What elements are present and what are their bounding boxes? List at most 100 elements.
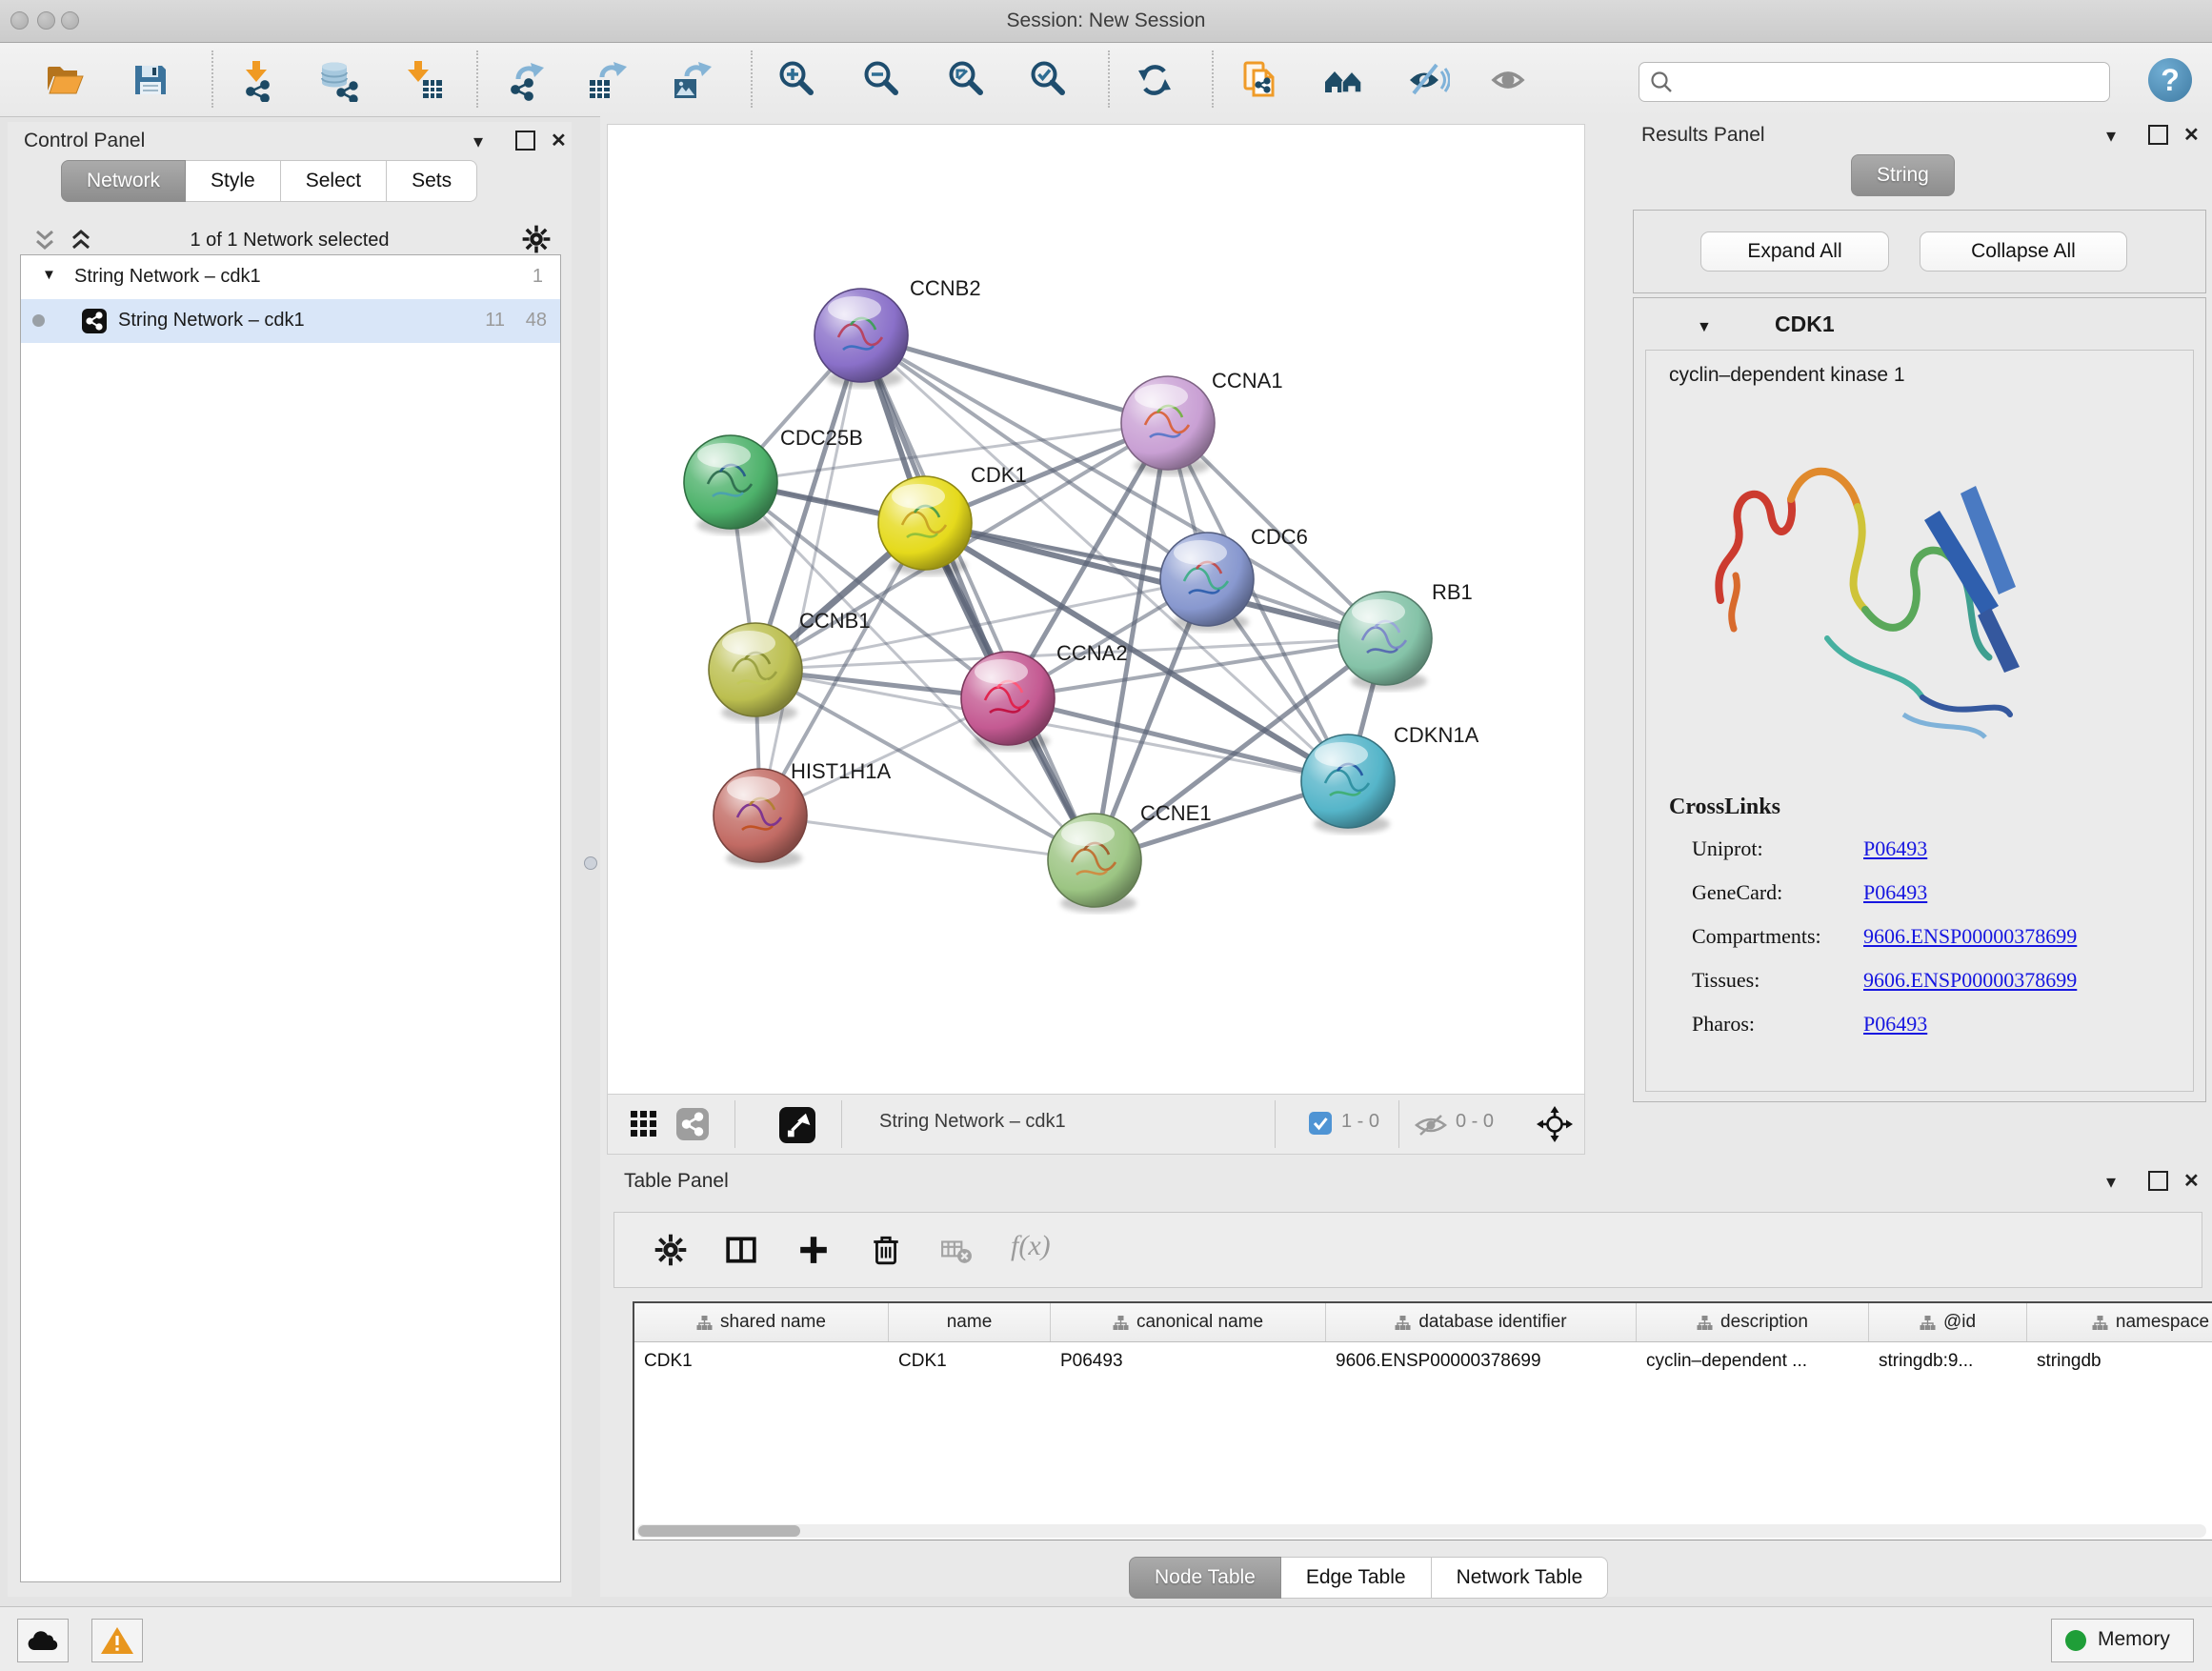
crosslink-link[interactable]: P06493 xyxy=(1863,880,1927,905)
memory-label: Memory xyxy=(2098,1628,2170,1651)
graph-edge-CCNB2-CCNE1[interactable] xyxy=(861,335,1095,860)
tab-edge-table[interactable]: Edge Table xyxy=(1281,1557,1432,1599)
control-panel-float-icon[interactable] xyxy=(515,131,535,151)
window-title: Session: New Session xyxy=(0,10,2212,32)
protein-section-expander-icon[interactable]: ▼ xyxy=(1697,319,1712,336)
network-thumbnail-icon[interactable] xyxy=(676,1108,709,1140)
tab-node-table[interactable]: Node Table xyxy=(1129,1557,1281,1599)
table-row[interactable]: CDK1CDK1P064939606.ENSP00000378699cyclin… xyxy=(634,1342,2212,1382)
graph-node-HIST1H1A[interactable]: HIST1H1A xyxy=(714,759,891,868)
column-header-description[interactable]: description xyxy=(1637,1303,1869,1341)
crosslink-link[interactable]: P06493 xyxy=(1863,1012,1927,1037)
import-table-icon[interactable] xyxy=(401,58,445,102)
table-panel-title: Table Panel xyxy=(624,1170,729,1193)
grid-view-icon[interactable] xyxy=(629,1109,659,1139)
warnings-button[interactable] xyxy=(91,1619,143,1662)
export-table-icon[interactable] xyxy=(585,58,629,102)
left-splitter-handle[interactable] xyxy=(584,856,597,870)
results-panel-close-icon[interactable]: ✕ xyxy=(2183,123,2200,147)
zoom-selected-icon[interactable] xyxy=(1027,58,1071,102)
crosslink-row: Tissues:9606.ENSP00000378699 xyxy=(1646,958,2193,1002)
control-panel-close-icon[interactable]: ✕ xyxy=(551,129,567,152)
fit-content-crosshair-icon[interactable] xyxy=(1537,1106,1573,1142)
memory-button[interactable]: Memory xyxy=(2051,1619,2194,1662)
node-table[interactable]: shared namenamecanonical namedatabase id… xyxy=(633,1301,2212,1540)
column-header-canonical-name[interactable]: canonical name xyxy=(1051,1303,1326,1341)
column-header-namespace[interactable]: namespace xyxy=(2027,1303,2212,1341)
results-panel-float-icon[interactable] xyxy=(2148,125,2168,145)
crosslink-link[interactable]: P06493 xyxy=(1863,836,1927,861)
table-cell[interactable]: stringdb:9... xyxy=(1869,1342,2027,1382)
save-session-icon[interactable] xyxy=(129,58,172,102)
results-panel-menu-icon[interactable]: ▾ xyxy=(2106,124,2116,148)
column-header-@id[interactable]: @id xyxy=(1869,1303,2027,1341)
network-node-count: 11 xyxy=(485,310,505,332)
table-cell[interactable]: stringdb xyxy=(2027,1342,2212,1382)
export-network-icon[interactable] xyxy=(503,58,547,102)
network-panel-gear-icon[interactable] xyxy=(522,225,551,253)
collection-expander-icon[interactable]: ▼ xyxy=(42,267,56,283)
tab-network[interactable]: Network xyxy=(61,160,186,202)
column-header-name[interactable]: name xyxy=(889,1303,1051,1341)
table-panel-float-icon[interactable] xyxy=(2148,1171,2168,1191)
graph-node-CCNB2[interactable]: CCNB2 xyxy=(814,276,981,388)
table-cell[interactable]: P06493 xyxy=(1051,1342,1326,1382)
table-cell[interactable]: 9606.ENSP00000378699 xyxy=(1326,1342,1637,1382)
control-panel-menu-icon[interactable]: ▾ xyxy=(473,130,483,153)
graph-node-label: HIST1H1A xyxy=(791,759,891,783)
network-row-selected[interactable]: String Network – cdk1 11 48 xyxy=(21,299,560,343)
crosslink-link[interactable]: 9606.ENSP00000378699 xyxy=(1863,968,2077,993)
table-horizontal-scrollbar[interactable] xyxy=(636,1524,2206,1538)
export-image-icon[interactable] xyxy=(670,58,714,102)
zoom-out-icon[interactable] xyxy=(860,58,904,102)
toolbar-separator xyxy=(1398,1100,1399,1148)
tab-select[interactable]: Select xyxy=(281,160,387,202)
graph-node-RB1[interactable]: RB1 xyxy=(1338,580,1473,691)
tab-style[interactable]: Style xyxy=(186,160,281,202)
graph-edge-HIST1H1A-CCNE1[interactable] xyxy=(760,815,1095,860)
crosslink-row: Uniprot:P06493 xyxy=(1646,827,2193,871)
help-button[interactable]: ? xyxy=(2148,58,2192,102)
table-gear-icon[interactable] xyxy=(654,1234,687,1266)
expand-all-button[interactable]: Expand All xyxy=(1700,232,1889,272)
hide-selected-eye-icon[interactable] xyxy=(1406,58,1450,102)
table-panel: Table Panel ▾ ✕ xyxy=(600,1157,2212,1597)
network-canvas[interactable]: CCNB2CCNA1CDC25BCDK1CDC6RB1CCNB1CCNA2CDK… xyxy=(607,124,1585,1096)
network-edge-count: 48 xyxy=(526,310,547,332)
collapse-all-button[interactable]: Collapse All xyxy=(1920,232,2127,272)
search-input[interactable] xyxy=(1681,67,2095,97)
table-panel-menu-icon[interactable]: ▾ xyxy=(2106,1170,2116,1194)
graph-node-CDKN1A[interactable]: CDKN1A xyxy=(1301,723,1479,834)
table-cell[interactable]: CDK1 xyxy=(889,1342,1051,1382)
toolbar-separator xyxy=(476,50,478,108)
graph-node-label: CCNA1 xyxy=(1212,369,1283,393)
table-panel-close-icon[interactable]: ✕ xyxy=(2183,1169,2200,1193)
add-column-icon[interactable] xyxy=(797,1234,830,1266)
refresh-icon[interactable] xyxy=(1133,58,1176,102)
graph-node-CDC25B[interactable]: CDC25B xyxy=(684,426,863,534)
column-header-database-identifier[interactable]: database identifier xyxy=(1326,1303,1637,1341)
zoom-in-icon[interactable] xyxy=(775,58,819,102)
clone-network-icon[interactable] xyxy=(1237,58,1281,102)
tab-sets[interactable]: Sets xyxy=(387,160,477,202)
tab-network-table[interactable]: Network Table xyxy=(1432,1557,1609,1599)
import-network-from-database-icon[interactable] xyxy=(316,58,360,102)
graph-edge-CCNB2-HIST1H1A[interactable] xyxy=(760,335,861,815)
crosslink-link[interactable]: 9606.ENSP00000378699 xyxy=(1863,924,2077,949)
column-header-shared-name[interactable]: shared name xyxy=(634,1303,889,1341)
zoom-fit-icon[interactable] xyxy=(945,58,989,102)
homes-icon[interactable] xyxy=(1323,58,1367,102)
open-session-icon[interactable] xyxy=(42,58,86,102)
table-toolbar: f(x) xyxy=(613,1212,2202,1288)
graph-node-label: CDKN1A xyxy=(1394,723,1479,747)
table-cell[interactable]: CDK1 xyxy=(634,1342,889,1382)
network-collection-row[interactable]: ▼ String Network – cdk1 1 xyxy=(21,255,560,299)
import-network-icon[interactable] xyxy=(236,58,280,102)
cloud-button[interactable] xyxy=(17,1619,69,1662)
delete-column-icon[interactable] xyxy=(870,1234,902,1266)
birds-eye-view-icon[interactable] xyxy=(779,1107,815,1143)
selected-checkbox-icon[interactable] xyxy=(1309,1112,1332,1135)
tab-string[interactable]: String xyxy=(1851,154,1955,196)
show-columns-icon[interactable] xyxy=(725,1234,757,1266)
table-cell[interactable]: cyclin–dependent ... xyxy=(1637,1342,1869,1382)
